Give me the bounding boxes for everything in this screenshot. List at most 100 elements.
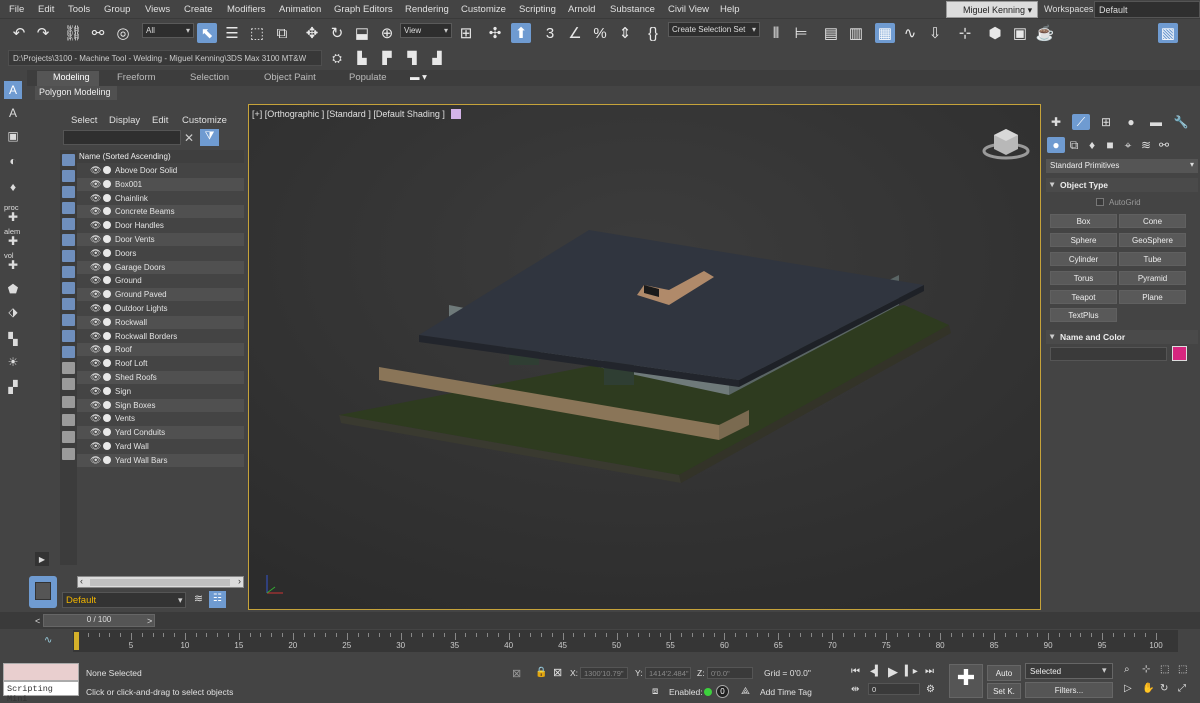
menu-file[interactable]: File: [9, 4, 24, 15]
tab-freeform[interactable]: Freeform: [117, 72, 156, 83]
light-bulb-icon[interactable]: ♦: [4, 178, 22, 196]
play-icon[interactable]: ▶: [888, 664, 898, 680]
freeze-toggle-icon[interactable]: [103, 262, 111, 271]
menu-graph-editors[interactable]: Graph Editors: [334, 4, 393, 15]
layer-explorer-icon[interactable]: ▥: [846, 23, 866, 43]
spinner-snap-icon[interactable]: ⇕: [615, 23, 635, 43]
helper-filter-icon[interactable]: [62, 234, 75, 246]
align-icon[interactable]: ⊨: [791, 23, 811, 43]
cone-button[interactable]: Cone: [1119, 214, 1186, 228]
visibility-eye-icon[interactable]: 👁: [90, 344, 101, 355]
freeze-toggle-icon[interactable]: [103, 235, 111, 243]
link-icon[interactable]: ⛓: [63, 23, 83, 43]
visibility-eye-icon[interactable]: 👁: [90, 303, 101, 314]
freeze-toggle-icon[interactable]: [103, 207, 111, 216]
explorer-menu-edit[interactable]: Edit: [152, 115, 168, 126]
schematic-icon[interactable]: ⊹: [955, 23, 975, 43]
menu-animation[interactable]: Animation: [279, 4, 321, 15]
plane-button[interactable]: Plane: [1119, 290, 1186, 304]
frozen-filter-icon[interactable]: [62, 330, 75, 342]
viewport-label[interactable]: [+] [Orthographic ] [Standard ] [Default…: [252, 109, 445, 119]
keyboard-shortcut-icon[interactable]: ⬆: [511, 23, 531, 43]
orbit-icon[interactable]: ↻: [1160, 683, 1168, 694]
menu-edit[interactable]: Edit: [38, 4, 54, 15]
go-to-start-icon[interactable]: ⏮: [851, 666, 860, 677]
filter-selected-icon[interactable]: [62, 431, 75, 443]
cameras-icon[interactable]: ■: [1101, 137, 1119, 153]
menu-help[interactable]: Help: [720, 4, 740, 15]
pivot-icon[interactable]: ⊞: [456, 23, 476, 43]
scripting-mini-input[interactable]: Scripting Mini: [3, 681, 79, 703]
visibility-eye-icon[interactable]: 👁: [90, 427, 101, 438]
visibility-eye-icon[interactable]: 👁: [90, 248, 101, 259]
absolute-mode-icon[interactable]: ⊠: [553, 666, 562, 679]
scroll-right-icon[interactable]: ›: [238, 576, 241, 586]
freeze-toggle-icon[interactable]: [103, 331, 111, 340]
list-item[interactable]: 👁 Door Vents: [77, 233, 244, 246]
image-icon[interactable]: ▞: [4, 378, 22, 396]
sphere-button[interactable]: Sphere: [1050, 233, 1117, 247]
set-key-big-icon[interactable]: ✚: [949, 664, 983, 698]
x-coordinate-field[interactable]: 1300'10.79": [580, 667, 628, 679]
tab-selection[interactable]: Selection: [190, 72, 229, 83]
motion-tab-icon[interactable]: ●: [1122, 114, 1140, 130]
utilities-tab-icon[interactable]: 🔧: [1172, 114, 1190, 130]
menu-tools[interactable]: Tools: [68, 4, 90, 15]
tab-populate[interactable]: Populate: [349, 72, 387, 83]
list-item[interactable]: 👁 Rockwall Borders: [77, 330, 244, 343]
autogrid-checkbox[interactable]: [1096, 198, 1104, 206]
zoom-extents-icon[interactable]: ⬚: [1160, 664, 1169, 675]
spacewarp-filter-icon[interactable]: [62, 250, 75, 262]
list-item[interactable]: 👁 Vents: [77, 412, 244, 425]
adaptive-degradation-icon[interactable]: ⧈: [652, 686, 658, 697]
menu-modifiers[interactable]: Modifiers: [227, 4, 266, 15]
close-icon[interactable]: ✕: [184, 131, 194, 145]
field-of-view-icon[interactable]: ▷: [1124, 683, 1132, 694]
light-icon[interactable]: ☀: [4, 353, 22, 371]
time-config-icon[interactable]: ⚙: [926, 684, 935, 695]
tab-object-paint[interactable]: Object Paint: [264, 72, 316, 83]
chevron-down-icon[interactable]: ▾: [178, 595, 183, 606]
menu-civil-view[interactable]: Civil View: [668, 4, 709, 15]
freeze-toggle-icon[interactable]: [103, 386, 111, 395]
menu-rendering[interactable]: Rendering: [405, 4, 449, 15]
bind-spacewarp-icon[interactable]: ◎: [113, 23, 133, 43]
select-by-name-icon[interactable]: ☰: [222, 23, 242, 43]
menu-arnold[interactable]: Arnold: [568, 4, 595, 15]
object-type-rollout[interactable]: Object Type: [1046, 178, 1198, 192]
mirror-icon[interactable]: ⫴: [766, 23, 786, 43]
undo-icon[interactable]: ↶: [9, 23, 29, 43]
time-next-icon[interactable]: >: [147, 616, 152, 626]
redo-icon[interactable]: ↷: [33, 23, 53, 43]
modify-tab-icon[interactable]: ⟋: [1072, 114, 1090, 130]
menu-substance[interactable]: Substance: [610, 4, 655, 15]
menu-scripting[interactable]: Scripting: [519, 4, 556, 15]
alembic-add-icon[interactable]: ✚: [4, 232, 22, 250]
create-tab-icon[interactable]: ✚: [1047, 114, 1065, 130]
visibility-eye-icon[interactable]: 👁: [90, 455, 101, 466]
primitive-type-select[interactable]: Standard Primitives: [1046, 159, 1198, 173]
ribbon-options-icon[interactable]: ▬ ▾: [410, 72, 427, 83]
list-item[interactable]: 👁 Yard Conduits: [77, 426, 244, 440]
visibility-eye-icon[interactable]: 👁: [90, 386, 101, 397]
reference-coord-select[interactable]: View: [400, 23, 452, 38]
project-path[interactable]: D:\Projects\3100 - Machine Tool - Weldin…: [8, 50, 322, 66]
menu-group[interactable]: Group: [104, 4, 130, 15]
material-editor-icon[interactable]: ⬢: [985, 23, 1005, 43]
list-item[interactable]: 👁 Box001: [77, 177, 244, 191]
menu-create[interactable]: Create: [184, 4, 213, 15]
visibility-eye-icon[interactable]: 👁: [90, 413, 101, 424]
display-none-icon[interactable]: [62, 362, 75, 374]
freeze-toggle-icon[interactable]: [103, 428, 111, 437]
visibility-eye-icon[interactable]: 👁: [90, 262, 101, 273]
render-region-icon[interactable]: ▚: [4, 330, 22, 348]
visibility-eye-icon[interactable]: 👁: [90, 289, 101, 300]
geometry-filter-icon[interactable]: [62, 170, 75, 182]
list-item[interactable]: 👁 Chainlink: [77, 192, 244, 205]
visibility-eye-icon[interactable]: 👁: [90, 206, 101, 217]
selection-filter-select[interactable]: All: [142, 23, 194, 38]
visibility-eye-icon[interactable]: 👁: [90, 165, 101, 176]
freeze-toggle-icon[interactable]: [103, 166, 111, 174]
go-to-end-icon[interactable]: ⏭: [925, 666, 934, 677]
filter-funnel-icon[interactable]: [62, 414, 75, 426]
